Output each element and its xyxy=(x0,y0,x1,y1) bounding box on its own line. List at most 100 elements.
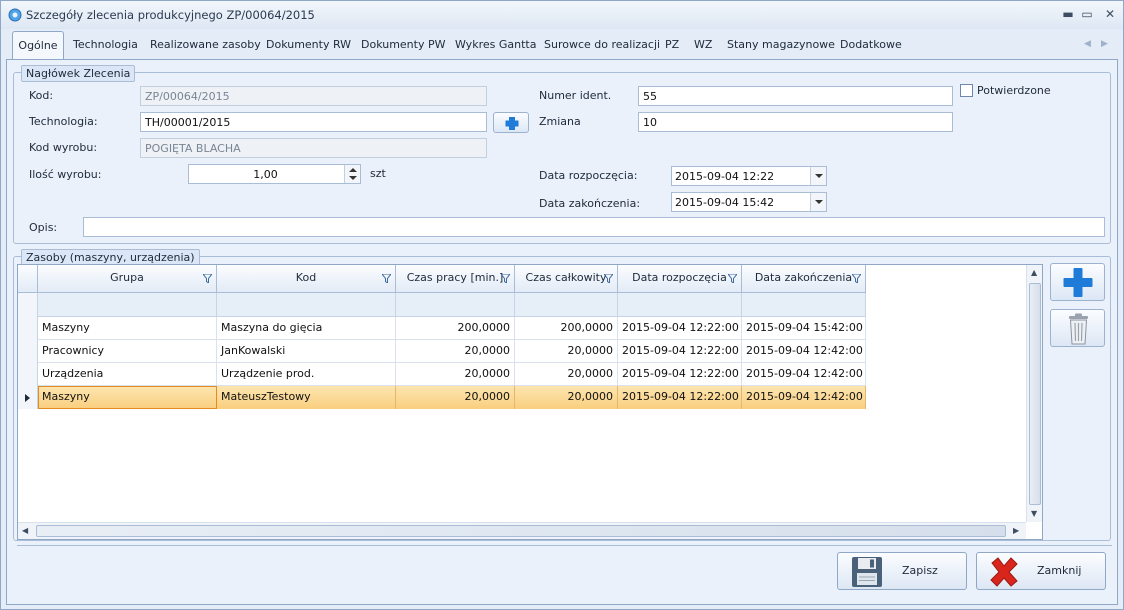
tab-ogolne[interactable]: Ogólne xyxy=(12,31,64,61)
cell-kod[interactable]: Maszyna do gięcia xyxy=(217,317,396,340)
vertical-scroll-thumb[interactable] xyxy=(1029,283,1041,505)
cell-czas-calkowity[interactable]: 200,0000 xyxy=(515,317,618,340)
filter-icon[interactable] xyxy=(382,274,391,283)
column-header-kod[interactable]: Kod xyxy=(217,265,396,293)
ilosc-spin[interactable] xyxy=(344,165,360,183)
spin-up-icon[interactable] xyxy=(349,168,357,172)
cell-czas-pracy[interactable]: 20,0000 xyxy=(396,386,515,409)
data-rozpoczecia-picker[interactable]: 2015-09-04 12:22 xyxy=(671,166,827,186)
table-row[interactable]: Maszyny Maszyna do gięcia 200,0000 200,0… xyxy=(18,317,866,340)
column-header-data-zakonczenia[interactable]: Data zakończenia xyxy=(742,265,866,293)
delete-resource-button[interactable] xyxy=(1050,309,1105,347)
kod-wyrobu-field[interactable]: POGIĘTA BLACHA xyxy=(140,138,487,158)
column-header-czas-calkowity[interactable]: Czas całkowity xyxy=(515,265,618,293)
maximize-icon[interactable]: ▭ xyxy=(1078,6,1096,22)
cell-kod[interactable]: MateuszTestowy xyxy=(217,386,396,409)
save-button-label: Zapisz xyxy=(902,564,938,577)
tab-stany-magazynowe[interactable]: Stany magazynowe xyxy=(723,31,839,59)
filter-icon[interactable] xyxy=(501,274,510,283)
filter-cell-czas-pracy[interactable] xyxy=(396,293,515,317)
filter-cell-kod[interactable] xyxy=(217,293,396,317)
cell-data-zakonczenia[interactable]: 2015-09-04 12:42:00 xyxy=(742,386,866,409)
column-header-data-rozpoczecia[interactable]: Data rozpoczęcia xyxy=(618,265,742,293)
tab-dokumenty-rw[interactable]: Dokumenty RW xyxy=(262,31,355,59)
row-indicator[interactable] xyxy=(18,317,38,340)
cell-grupa[interactable]: Maszyny xyxy=(38,317,217,340)
close-button[interactable]: Zamknij xyxy=(976,552,1106,590)
save-button[interactable]: Zapisz xyxy=(837,552,967,590)
minimize-icon[interactable]: ▬ xyxy=(1059,6,1077,22)
numer-ident-field[interactable]: 55 xyxy=(638,86,953,106)
scroll-right-icon[interactable]: ▶ xyxy=(1013,526,1019,535)
tab-pz[interactable]: PZ xyxy=(661,31,683,59)
row-indicator[interactable] xyxy=(18,363,38,386)
row-indicator[interactable] xyxy=(18,386,38,409)
potwierdzone-checkbox[interactable] xyxy=(960,84,973,97)
data-zakonczenia-picker[interactable]: 2015-09-04 15:42 xyxy=(671,192,827,212)
zmiana-field[interactable]: 10 xyxy=(638,112,953,132)
close-icon[interactable]: ✕ xyxy=(1101,6,1119,22)
filter-cell-data-zakonczenia[interactable] xyxy=(742,293,866,317)
tab-surowce-do-realizacji[interactable]: Surowce do realizacji xyxy=(540,31,664,59)
cell-kod[interactable]: JanKowalski xyxy=(217,340,396,363)
cell-data-rozpoczecia[interactable]: 2015-09-04 12:22:00 xyxy=(618,386,742,409)
horizontal-scrollbar[interactable]: ◀ ▶ xyxy=(18,522,1026,539)
tab-dokumenty-pw[interactable]: Dokumenty PW xyxy=(357,31,450,59)
cell-kod[interactable]: Urządzenie prod. xyxy=(217,363,396,386)
tab-dodatkowe[interactable]: Dodatkowe xyxy=(836,31,906,59)
column-header-czas-pracy[interactable]: Czas pracy [min.] xyxy=(396,265,515,293)
cell-data-rozpoczecia[interactable]: 2015-09-04 12:22:00 xyxy=(618,363,742,386)
add-technologia-button[interactable] xyxy=(493,112,529,133)
filter-icon[interactable] xyxy=(728,274,737,283)
horizontal-scroll-thumb[interactable] xyxy=(36,525,1006,537)
cell-data-zakonczenia[interactable]: 2015-09-04 12:42:00 xyxy=(742,363,866,386)
tab-content-ogolne: Nagłówek Zlecenia Kod: ZP/00064/2015 Tec… xyxy=(6,59,1118,605)
cell-grupa[interactable]: Pracownicy xyxy=(38,340,217,363)
ilosc-stepper[interactable]: 1,00 xyxy=(188,164,361,184)
table-row-selected[interactable]: Maszyny MateuszTestowy 20,0000 20,0000 2… xyxy=(18,386,866,409)
opis-field[interactable] xyxy=(83,217,1105,237)
tab-next-icon[interactable]: ▶ xyxy=(1101,39,1108,49)
data-zakonczenia-dropdown[interactable] xyxy=(810,193,826,211)
cell-data-zakonczenia[interactable]: 2015-09-04 15:42:00 xyxy=(742,317,866,340)
kod-field[interactable]: ZP/00064/2015 xyxy=(140,86,487,106)
spin-down-icon[interactable] xyxy=(349,176,357,180)
cell-data-rozpoczecia[interactable]: 2015-09-04 12:22:00 xyxy=(618,317,742,340)
cell-data-rozpoczecia[interactable]: 2015-09-04 12:22:00 xyxy=(618,340,742,363)
cell-czas-pracy[interactable]: 200,0000 xyxy=(396,317,515,340)
ilosc-unit: szt xyxy=(370,167,386,180)
cell-grupa[interactable]: Maszyny xyxy=(38,386,217,409)
scroll-left-icon[interactable]: ◀ xyxy=(22,526,28,535)
tab-technologia[interactable]: Technologia xyxy=(69,31,142,59)
add-resource-button[interactable] xyxy=(1050,263,1105,301)
grid-filter-row[interactable] xyxy=(18,293,866,317)
cell-data-zakonczenia[interactable]: 2015-09-04 12:42:00 xyxy=(742,340,866,363)
cell-czas-pracy[interactable]: 20,0000 xyxy=(396,363,515,386)
cell-czas-pracy[interactable]: 20,0000 xyxy=(396,340,515,363)
title-bar[interactable]: Szczegóły zlecenia produkcyjnego ZP/0006… xyxy=(1,1,1123,29)
row-indicator[interactable] xyxy=(18,340,38,363)
scroll-up-icon[interactable]: ▲ xyxy=(1031,268,1037,277)
filter-icon[interactable] xyxy=(604,274,613,283)
table-row[interactable]: Pracownicy JanKowalski 20,0000 20,0000 2… xyxy=(18,340,866,363)
filter-cell-data-rozpoczecia[interactable] xyxy=(618,293,742,317)
cell-czas-calkowity[interactable]: 20,0000 xyxy=(515,340,618,363)
technologia-field[interactable]: TH/00001/2015 xyxy=(140,112,487,132)
tab-realizowane-zasoby[interactable]: Realizowane zasoby xyxy=(146,31,265,59)
filter-cell-czas-calkowity[interactable] xyxy=(515,293,618,317)
scroll-down-icon[interactable]: ▼ xyxy=(1031,509,1037,518)
cell-czas-calkowity[interactable]: 20,0000 xyxy=(515,363,618,386)
tab-prev-icon[interactable]: ◀ xyxy=(1084,39,1091,49)
filter-icon[interactable] xyxy=(203,274,212,283)
data-rozpoczecia-dropdown[interactable] xyxy=(810,167,826,185)
column-header-grupa[interactable]: Grupa xyxy=(38,265,217,293)
cell-grupa[interactable]: Urządzenia xyxy=(38,363,217,386)
filter-cell-grupa[interactable] xyxy=(38,293,217,317)
tab-wz[interactable]: WZ xyxy=(690,31,716,59)
numer-ident-label: Numer ident. xyxy=(539,89,612,102)
cell-czas-calkowity[interactable]: 20,0000 xyxy=(515,386,618,409)
table-row[interactable]: Urządzenia Urządzenie prod. 20,0000 20,0… xyxy=(18,363,866,386)
filter-icon[interactable] xyxy=(852,274,861,283)
vertical-scrollbar[interactable]: ▲ ▼ xyxy=(1026,265,1042,522)
tab-wykres-gantta[interactable]: Wykres Gantta xyxy=(451,31,540,59)
